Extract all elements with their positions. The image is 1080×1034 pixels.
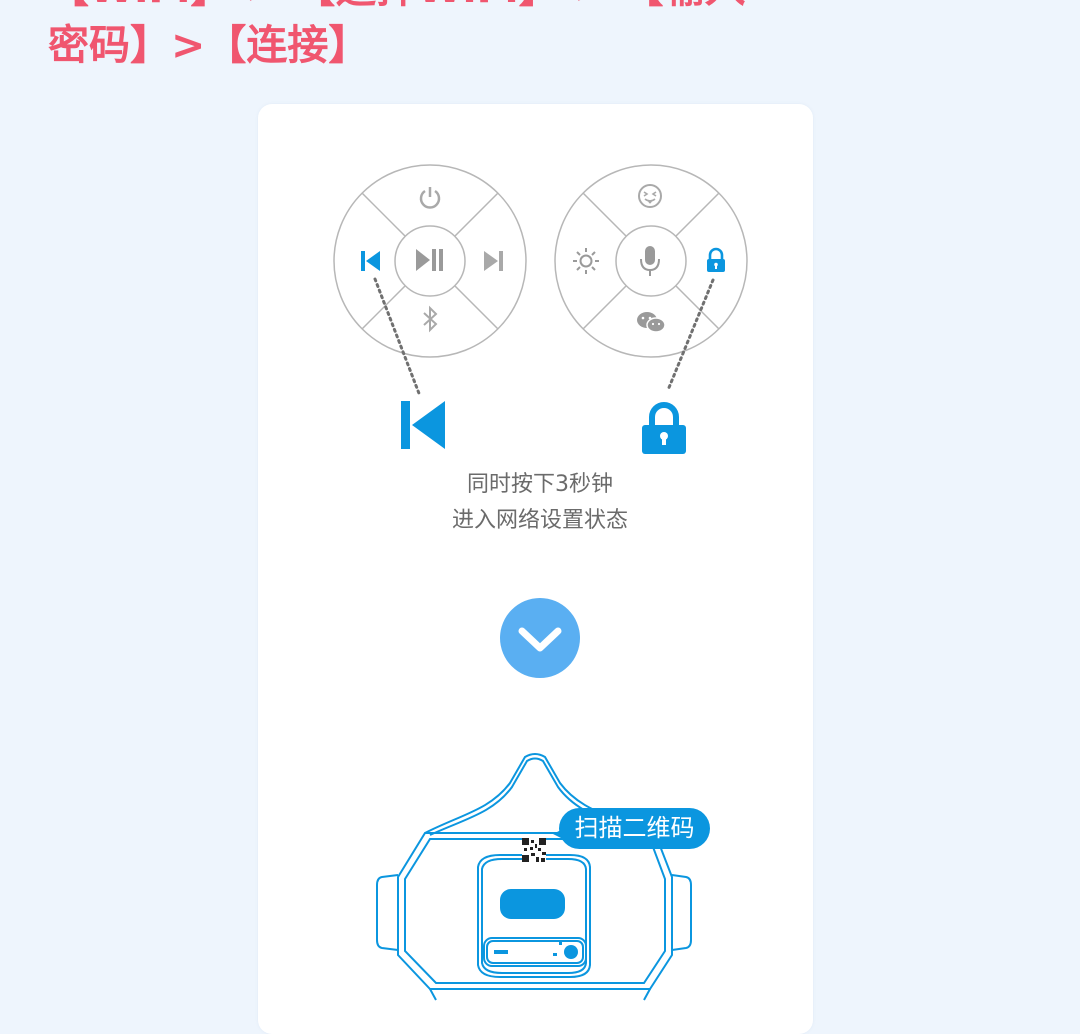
lock-large-icon: [642, 402, 686, 454]
instruction-line-2: 进入网络设置状态: [451, 508, 628, 533]
scan-qr-label: 扫描二维码: [559, 808, 710, 849]
chevron-down-icon: [518, 627, 562, 652]
previous-track-large-icon: [401, 401, 445, 449]
device-illustration: [376, 753, 692, 1001]
next-step-button[interactable]: [500, 598, 580, 678]
instruction-line-1: 同时按下3秒钟: [467, 472, 613, 497]
